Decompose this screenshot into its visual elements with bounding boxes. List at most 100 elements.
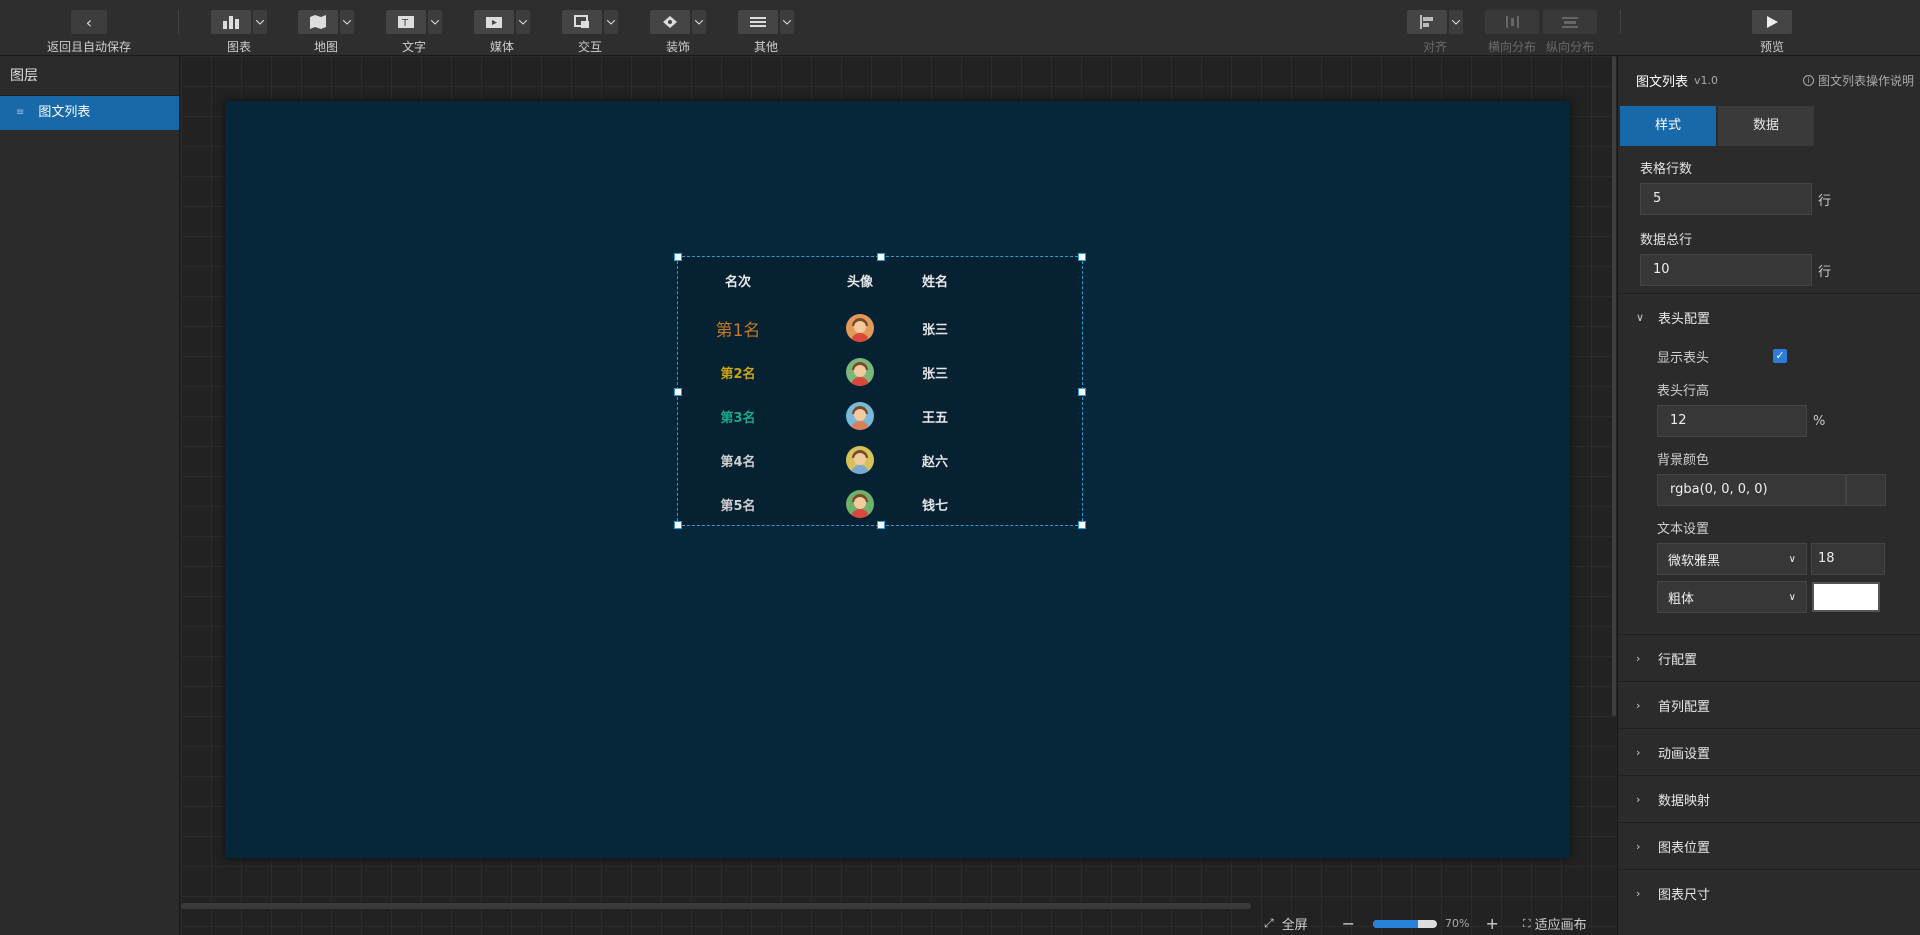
rank-cell: 第2名 bbox=[720, 366, 756, 382]
chevron-right-icon: › bbox=[1636, 839, 1641, 853]
section-chart-position[interactable]: › 图表位置 bbox=[1618, 822, 1920, 869]
section-first-col-config[interactable]: › 首列配置 bbox=[1618, 681, 1920, 728]
show-header-label: 显示表头 bbox=[1657, 350, 1710, 366]
chevron-right-icon: › bbox=[1636, 886, 1641, 900]
name-cell: 张三 bbox=[922, 322, 949, 338]
chevron-down-icon bbox=[780, 10, 794, 34]
header-name: 姓名 bbox=[922, 274, 949, 290]
chevron-right-icon: › bbox=[1636, 745, 1641, 759]
zoom-slider[interactable] bbox=[1373, 919, 1438, 928]
header-height-unit: % bbox=[1813, 413, 1826, 429]
chart-menu-button[interactable]: 图表 bbox=[210, 10, 268, 54]
horizontal-scrollbar[interactable] bbox=[181, 903, 1251, 909]
vertical-distribute-label: 纵向分布 bbox=[1545, 40, 1594, 54]
tab-style[interactable]: 样式 bbox=[1620, 106, 1716, 146]
section-header-config-label: 表头配置 bbox=[1658, 311, 1711, 327]
text-color-swatch[interactable] bbox=[1812, 582, 1880, 612]
table-rows-label: 表格行数 bbox=[1640, 162, 1693, 177]
fit-canvas-icon[interactable]: ⛶ bbox=[1523, 917, 1531, 931]
map-icon bbox=[298, 10, 338, 34]
section-animation[interactable]: › 动画设置 bbox=[1618, 728, 1920, 775]
interact-menu-button[interactable]: 交互 bbox=[561, 10, 619, 54]
vertical-scrollbar[interactable] bbox=[1612, 56, 1616, 716]
text-menu-button[interactable]: T 文字 bbox=[385, 10, 443, 54]
fullscreen-button[interactable]: 全屏 bbox=[1282, 914, 1308, 933]
back-save-button[interactable]: ‹ 返回且自动保存 bbox=[46, 10, 132, 54]
info-icon: i bbox=[1802, 74, 1814, 86]
rank-cell: 第3名 bbox=[720, 410, 756, 426]
image-text-list-widget[interactable]: 名次 头像 姓名 第1名 张三 第2名 张三 第3名 王五 第4名 赵六 第5名… bbox=[674, 253, 1086, 529]
svg-text:T: T bbox=[401, 18, 409, 29]
avatar bbox=[846, 402, 874, 430]
section-header-config[interactable]: ∨ 表头配置 bbox=[1618, 293, 1920, 340]
properties-panel: 图文列表 v1.0 i 图文列表操作说明 样式 数据 表格行数 5 行 数据总行 … bbox=[1617, 56, 1920, 935]
show-header-checkbox[interactable]: ✓ bbox=[1773, 349, 1787, 363]
decoration-icon bbox=[650, 10, 690, 34]
total-rows-input[interactable]: 10 bbox=[1640, 254, 1812, 286]
rank-cell: 第5名 bbox=[720, 498, 756, 514]
interact-icon bbox=[562, 10, 602, 34]
map-menu-button[interactable]: 地图 bbox=[297, 10, 355, 54]
chart-label: 图表 bbox=[226, 40, 251, 54]
properties-tabs: 样式 数据 bbox=[1618, 106, 1920, 146]
bg-color-input[interactable]: rgba(0, 0, 0, 0) bbox=[1657, 474, 1846, 506]
align-menu-button[interactable]: 对齐 bbox=[1406, 10, 1464, 54]
name-cell: 钱七 bbox=[922, 498, 949, 514]
chevron-down-icon bbox=[253, 10, 267, 34]
map-label: 地图 bbox=[313, 40, 338, 54]
zoom-in-icon[interactable]: + bbox=[1485, 914, 1498, 933]
avatar bbox=[846, 490, 874, 518]
fit-canvas-button[interactable]: 适应画布 bbox=[1535, 914, 1587, 933]
layers-panel: 图层 ≡ 图文列表 bbox=[0, 56, 180, 935]
help-link[interactable]: i 图文列表操作说明 bbox=[1802, 72, 1914, 89]
vertical-distribute-button[interactable]: 纵向分布 bbox=[1542, 10, 1598, 54]
section-chart-size[interactable]: › 图表尺寸 bbox=[1618, 869, 1920, 916]
align-left-icon bbox=[1407, 10, 1447, 34]
font-size-input[interactable]: 18 bbox=[1811, 543, 1885, 575]
table-header: 名次 头像 姓名 bbox=[678, 257, 1084, 303]
other-menu-button[interactable]: 其他 bbox=[737, 10, 795, 54]
section-label: 图表位置 bbox=[1658, 840, 1711, 856]
tab-data[interactable]: 数据 bbox=[1718, 106, 1814, 146]
section-data-mapping[interactable]: › 数据映射 bbox=[1618, 775, 1920, 822]
font-weight-select[interactable]: 粗体 ∨ bbox=[1657, 581, 1807, 613]
name-cell: 赵六 bbox=[922, 454, 949, 470]
header-height-input[interactable]: 12 bbox=[1657, 405, 1807, 437]
bar-chart-icon bbox=[211, 10, 251, 34]
bg-color-picker[interactable] bbox=[1846, 474, 1886, 506]
zoom-out-icon[interactable]: − bbox=[1342, 914, 1355, 933]
dashboard-screen[interactable]: 名次 头像 姓名 第1名 张三 第2名 张三 第3名 王五 第4名 赵六 第5名… bbox=[225, 101, 1570, 858]
name-cell: 张三 bbox=[922, 366, 949, 382]
section-row-config[interactable]: › 行配置 bbox=[1618, 634, 1920, 681]
media-menu-button[interactable]: 媒体 bbox=[473, 10, 531, 54]
font-weight-value: 粗体 bbox=[1668, 591, 1695, 607]
back-save-label: 返回且自动保存 bbox=[46, 40, 131, 54]
chevron-down-icon bbox=[1449, 10, 1463, 34]
table-rows-input[interactable]: 5 bbox=[1640, 183, 1812, 215]
bg-color-label: 背景颜色 bbox=[1657, 453, 1710, 468]
text-label: 文字 bbox=[401, 40, 426, 54]
horizontal-distribute-label: 横向分布 bbox=[1487, 40, 1536, 54]
horizontal-distribute-button[interactable]: 横向分布 bbox=[1484, 10, 1540, 54]
name-cell: 王五 bbox=[922, 410, 949, 426]
fullscreen-icon[interactable]: ⤢ bbox=[1264, 916, 1274, 931]
zoom-slider-fill bbox=[1373, 919, 1418, 928]
avatar-cell bbox=[798, 358, 922, 386]
preview-button[interactable]: 预览 bbox=[1752, 10, 1792, 54]
chevron-down-icon bbox=[340, 10, 354, 34]
layer-item-label: 图文列表 bbox=[38, 105, 91, 120]
chevron-down-icon bbox=[428, 10, 442, 34]
header-height-label: 表头行高 bbox=[1657, 384, 1710, 399]
text-settings-label: 文本设置 bbox=[1657, 522, 1710, 537]
decor-menu-button[interactable]: 装饰 bbox=[649, 10, 707, 54]
font-family-value: 微软雅黑 bbox=[1668, 553, 1721, 569]
canvas-workspace[interactable]: 名次 头像 姓名 第1名 张三 第2名 张三 第3名 王五 第4名 赵六 第5名… bbox=[181, 56, 1616, 935]
section-label: 图表尺寸 bbox=[1658, 887, 1711, 903]
avatar-cell bbox=[798, 314, 922, 342]
font-family-select[interactable]: 微软雅黑 ∨ bbox=[1657, 543, 1807, 575]
chevron-down-icon bbox=[516, 10, 530, 34]
rank-cell: 第1名 bbox=[715, 320, 761, 341]
layer-item-image-text-list[interactable]: ≡ 图文列表 bbox=[0, 96, 179, 130]
chevron-down-icon: ∨ bbox=[1636, 310, 1645, 324]
table-row: 第4名 赵六 bbox=[678, 438, 1084, 482]
